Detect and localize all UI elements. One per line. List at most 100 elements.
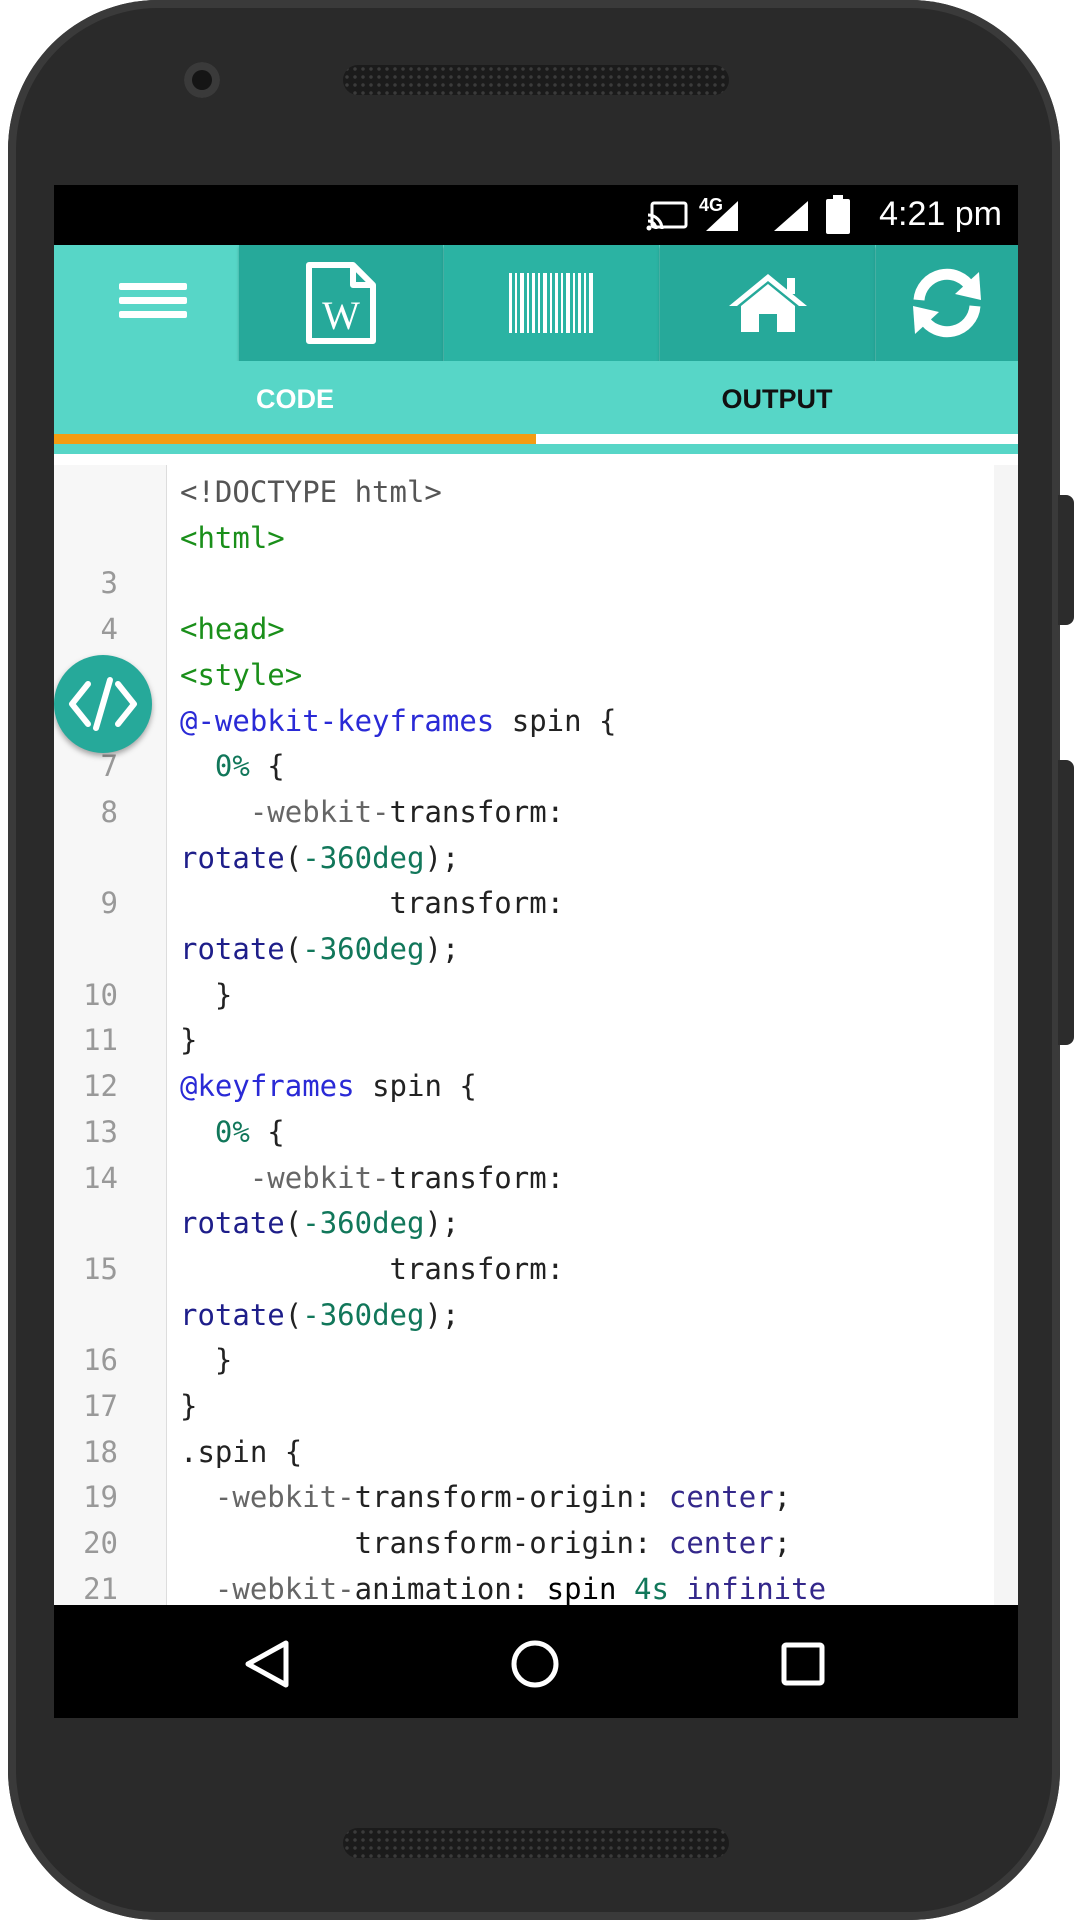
line-number: 10 bbox=[83, 977, 118, 1012]
line-code: @keyframes spin { bbox=[180, 1069, 477, 1104]
line-number: 11 bbox=[83, 1023, 118, 1058]
code-line[interactable]: rotate(-360deg); bbox=[54, 835, 1018, 881]
line-code: -webkit-transform: bbox=[249, 794, 565, 829]
line-number: 12 bbox=[83, 1069, 118, 1104]
code-line[interactable]: 11} bbox=[54, 1017, 1018, 1063]
line-code: transform: bbox=[389, 1251, 565, 1286]
front-camera bbox=[184, 62, 220, 98]
line-number: 21 bbox=[83, 1571, 118, 1605]
hamburger-menu-icon-bar bbox=[119, 297, 187, 304]
line-number: 14 bbox=[83, 1160, 118, 1195]
side-power-button bbox=[1058, 495, 1074, 625]
menu-button[interactable] bbox=[54, 245, 239, 361]
line-code: @-webkit-keyframes spin { bbox=[180, 703, 617, 738]
screen: 4G 4:21 pm W CODE OUTPUT <!DOCTYPE html>… bbox=[54, 185, 1018, 1718]
line-code: <html> bbox=[180, 520, 285, 555]
line-number: 3 bbox=[100, 566, 118, 601]
line-code: rotate(-360deg); bbox=[180, 932, 460, 966]
line-number: 17 bbox=[83, 1389, 118, 1423]
code-line[interactable]: 15 transform: bbox=[54, 1246, 1018, 1292]
tab-output[interactable]: OUTPUT bbox=[536, 361, 1018, 444]
tab-bar-bottom bbox=[54, 444, 1018, 454]
status-bar: 4G 4:21 pm bbox=[54, 185, 1018, 245]
code-line[interactable]: 16 } bbox=[54, 1337, 1018, 1383]
code-line[interactable]: 13 0% { bbox=[54, 1109, 1018, 1155]
barcode-icon bbox=[508, 273, 593, 333]
line-code: <!DOCTYPE html> bbox=[180, 475, 442, 509]
code-line[interactable]: 14 -webkit-transform: bbox=[54, 1155, 1018, 1201]
word-document-icon: W bbox=[306, 262, 376, 344]
home-icon bbox=[728, 274, 807, 332]
line-code: -webkit-animation: spin 4s infinite bbox=[214, 1571, 827, 1605]
cast-icon bbox=[646, 201, 688, 231]
code-line[interactable]: 20 transform-origin: center; bbox=[54, 1520, 1018, 1566]
code-editor[interactable]: <!DOCTYPE html> <html> 3 4 <head> 5<style>6@-… bbox=[54, 465, 1018, 1605]
tab-indicator-track bbox=[536, 434, 1018, 444]
side-volume-button bbox=[1058, 760, 1074, 1045]
code-line[interactable]: <!DOCTYPE html> bbox=[54, 469, 1018, 515]
line-number: 16 bbox=[83, 1343, 118, 1378]
line-number: 18 bbox=[83, 1434, 118, 1469]
hamburger-menu-icon-bar bbox=[119, 311, 187, 318]
navigation-bar bbox=[54, 1605, 1018, 1718]
code-line[interactable]: 10 } bbox=[54, 972, 1018, 1018]
refresh-button[interactable] bbox=[876, 245, 1018, 361]
back-icon[interactable] bbox=[244, 1639, 290, 1689]
code-line[interactable]: 19 -webkit-transform-origin: center; bbox=[54, 1474, 1018, 1520]
line-code: rotate(-360deg); bbox=[180, 1206, 460, 1241]
code-line[interactable]: rotate(-360deg); bbox=[54, 1292, 1018, 1338]
line-code: transform-origin: center; bbox=[354, 1526, 792, 1561]
line-code: -webkit-transform: bbox=[249, 1160, 565, 1195]
line-code: } bbox=[180, 1389, 198, 1423]
code-line[interactable]: rotate(-360deg); bbox=[54, 1200, 1018, 1246]
code-line[interactable]: 9 transform: bbox=[54, 880, 1018, 926]
code-brackets-icon bbox=[69, 677, 137, 731]
line-code: 0% { bbox=[214, 1114, 285, 1149]
line-code: transform: bbox=[389, 886, 565, 921]
line-number: 9 bbox=[100, 886, 118, 921]
word-export-button[interactable]: W bbox=[239, 245, 443, 361]
code-line[interactable]: 3 bbox=[54, 560, 1018, 606]
code-view-fab[interactable] bbox=[54, 655, 152, 753]
signal-icon bbox=[774, 201, 808, 231]
code-line[interactable]: <html> bbox=[54, 515, 1018, 561]
code-line[interactable]: 7 0% { bbox=[54, 743, 1018, 789]
earpiece-speaker bbox=[343, 65, 729, 95]
line-code: } bbox=[180, 977, 233, 1012]
status-time: 4:21 pm bbox=[879, 195, 1002, 233]
code-line[interactable]: 18 .spin { bbox=[54, 1429, 1018, 1475]
code-line[interactable]: rotate(-360deg); bbox=[54, 926, 1018, 972]
hamburger-menu-icon bbox=[119, 283, 187, 290]
bottom-speaker bbox=[343, 1828, 729, 1858]
line-code: 0% { bbox=[214, 749, 285, 784]
line-code: -webkit-transform-origin: center; bbox=[214, 1480, 792, 1515]
code-line[interactable]: 8 -webkit-transform: bbox=[54, 789, 1018, 835]
code-line[interactable]: 17} bbox=[54, 1383, 1018, 1429]
code-line[interactable]: 5<style> bbox=[54, 652, 1018, 698]
tab-bar: CODE OUTPUT bbox=[54, 361, 1018, 444]
tab-code[interactable]: CODE bbox=[54, 361, 536, 444]
code-line[interactable]: 6@-webkit-keyframes spin { bbox=[54, 698, 1018, 744]
barcode-button[interactable] bbox=[444, 245, 659, 361]
line-number: 8 bbox=[100, 794, 118, 829]
home-button[interactable] bbox=[660, 245, 875, 361]
code-line[interactable]: 21 -webkit-animation: spin 4s infinite bbox=[54, 1566, 1018, 1605]
recents-icon[interactable] bbox=[780, 1641, 826, 1687]
toolbar: W bbox=[54, 245, 1018, 361]
line-number: 15 bbox=[83, 1251, 118, 1286]
signal-4g-icon bbox=[706, 201, 738, 231]
code-line[interactable]: 12 @keyframes spin { bbox=[54, 1063, 1018, 1109]
line-code: } bbox=[180, 1343, 233, 1378]
active-tab-indicator bbox=[54, 434, 536, 444]
refresh-icon bbox=[913, 268, 981, 338]
line-code: rotate(-360deg); bbox=[180, 840, 460, 875]
line-number: 4 bbox=[100, 612, 118, 647]
line-code: rotate(-360deg); bbox=[180, 1297, 460, 1332]
line-number: 20 bbox=[83, 1526, 118, 1561]
svg-text:W: W bbox=[322, 293, 360, 338]
code-line[interactable]: 4 <head> bbox=[54, 606, 1018, 652]
line-code: } bbox=[180, 1023, 198, 1058]
line-number: 13 bbox=[83, 1114, 118, 1149]
home-circle-icon[interactable] bbox=[510, 1639, 560, 1689]
line-number: 19 bbox=[83, 1480, 118, 1515]
